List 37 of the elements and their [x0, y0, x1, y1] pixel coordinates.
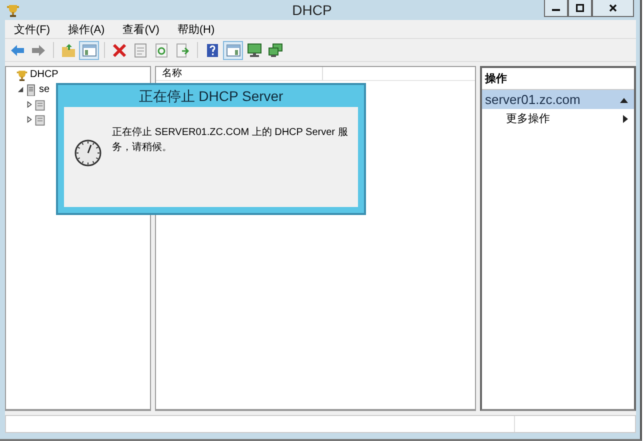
export-icon: [174, 42, 190, 58]
toolbar-button[interactable]: [223, 40, 243, 60]
minimize-button[interactable]: [544, 0, 568, 17]
window-title: DHCP: [291, 2, 333, 18]
monitor-icon: [246, 42, 262, 58]
maximize-button[interactable]: [568, 0, 592, 17]
toolbar-button[interactable]: [79, 40, 99, 60]
menu-item[interactable]: 查看(V): [114, 22, 168, 36]
monitors-icon: [268, 42, 282, 58]
refresh-icon: [154, 42, 168, 58]
close-button[interactable]: [592, 0, 634, 17]
delete-icon: [112, 42, 126, 58]
server-icon: [25, 84, 37, 96]
action-group-header[interactable]: server01.zc.com: [482, 90, 634, 109]
maximize-icon: [576, 4, 584, 12]
help-icon: [204, 42, 220, 58]
tree-item[interactable]: se: [39, 84, 50, 95]
menu-item[interactable]: 文件(F): [5, 22, 60, 36]
tree-item[interactable]: DHCP: [30, 69, 58, 80]
action-group-label: server01.zc.com: [485, 92, 580, 107]
back-arrow-icon: [10, 42, 24, 58]
properties-icon: [132, 42, 148, 58]
trophy-icon: [16, 68, 28, 80]
dialog-title: 正在停止 DHCP Server: [138, 87, 284, 106]
dialog-message: 正在停止 SERVER01.ZC.COM 上的 DHCP Server 服务，请稍候。: [112, 126, 348, 155]
forward-arrow-icon: [30, 42, 46, 58]
column-header[interactable]: 名称: [156, 67, 323, 80]
close-icon: [609, 4, 617, 12]
trophy-icon: [6, 2, 20, 18]
action-item[interactable]: 更多操作: [482, 109, 634, 128]
clock-icon: [74, 139, 102, 167]
menu-item[interactable]: 操作(A): [59, 22, 114, 36]
pane-icon: [82, 42, 96, 58]
menu-item[interactable]: 帮助(H): [168, 22, 224, 36]
pane-icon: [226, 42, 240, 58]
action-label: 更多操作: [506, 112, 550, 126]
submenu-arrow-icon: [623, 114, 628, 122]
